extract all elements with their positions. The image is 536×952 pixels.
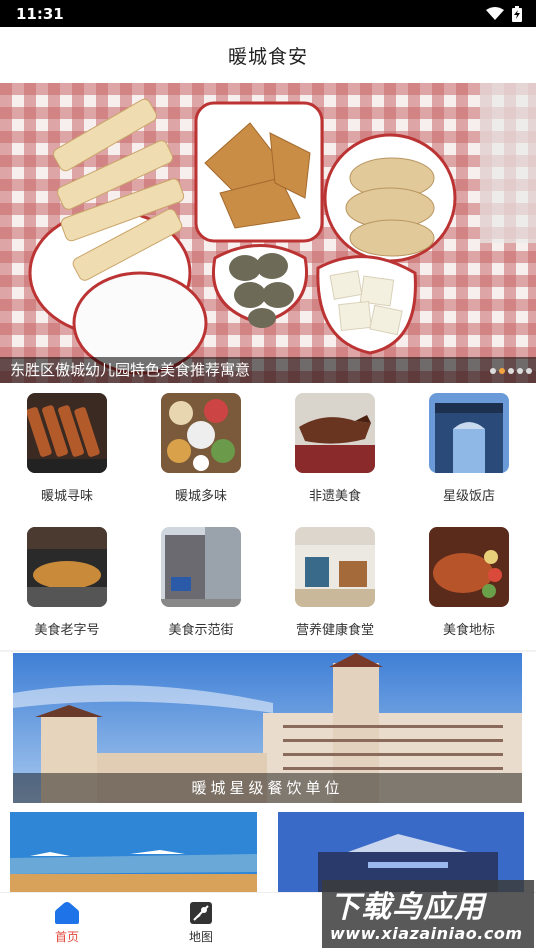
watermark-logo: 下载鸟应用 www.xiazainiao.com xyxy=(322,880,534,948)
category-item-nuancheng-duowei[interactable]: 暖城多味 xyxy=(134,383,268,517)
carousel-dot xyxy=(490,368,496,374)
watermark-url: www.xiazainiao.com xyxy=(330,924,523,943)
category-item-yingyang-shitang[interactable]: 营养健康食堂 xyxy=(268,517,402,649)
tab-label: 首页 xyxy=(54,930,79,944)
banner-carousel[interactable]: 东胜区傲城幼儿园特色美食推荐寓意 xyxy=(0,83,536,383)
status-time: 11:31 xyxy=(16,4,64,23)
category-item-xingji-fandian[interactable]: 星级饭店 xyxy=(402,383,536,517)
category-label: 美食示范街 xyxy=(168,623,234,638)
battery-charging-icon xyxy=(512,5,522,22)
category-item-feiyi-meishi[interactable]: 非遗美食 xyxy=(268,383,402,517)
card-image-beach[interactable] xyxy=(10,812,257,892)
status-icons xyxy=(486,5,522,22)
feature-banner[interactable]: 暖城星级餐饮单位 xyxy=(13,653,522,803)
carousel-dots xyxy=(490,368,532,374)
category-item-meishi-shifanjie[interactable]: 美食示范街 xyxy=(134,517,268,649)
category-label: 暖城多味 xyxy=(174,489,227,504)
category-thumb xyxy=(429,527,509,607)
category-label: 非遗美食 xyxy=(308,489,361,504)
category-item-meishi-laozihao[interactable]: 美食老字号 xyxy=(0,517,134,649)
map-icon xyxy=(190,902,212,924)
wifi-icon xyxy=(486,6,504,20)
tab-map[interactable]: 地图 xyxy=(171,901,231,945)
category-label: 星级饭店 xyxy=(442,489,495,504)
category-label: 营养健康食堂 xyxy=(295,623,374,638)
carousel-dot xyxy=(517,368,523,374)
category-thumb xyxy=(27,393,107,473)
category-thumb xyxy=(295,393,375,473)
category-label: 美食老字号 xyxy=(34,623,100,638)
category-thumb xyxy=(27,527,107,607)
category-thumb xyxy=(295,527,375,607)
category-item-meishi-dibiao[interactable]: 美食地标 xyxy=(402,517,536,649)
tab-home[interactable]: 首页 xyxy=(37,901,97,945)
banner-image xyxy=(0,83,536,383)
category-label: 美食地标 xyxy=(442,623,495,638)
status-bar: 11:31 xyxy=(0,0,536,27)
carousel-dot-active xyxy=(499,368,505,374)
category-grid: 暖城寻味 暖城多味 非遗美食 星级饭店 美食老字号 美食示范街 营养健康食堂 美… xyxy=(0,383,536,649)
app-header: 暖城食安 xyxy=(0,27,536,83)
category-thumb xyxy=(161,527,241,607)
page-title: 暖城食安 xyxy=(227,45,308,68)
category-thumb xyxy=(429,393,509,473)
tab-label: 地图 xyxy=(188,930,213,944)
category-thumb xyxy=(161,393,241,473)
category-label: 暖城寻味 xyxy=(40,489,93,504)
category-item-nuancheng-xunwei[interactable]: 暖城寻味 xyxy=(0,383,134,517)
feature-caption: 暖城星级餐饮单位 xyxy=(13,773,522,803)
carousel-dot xyxy=(526,368,532,374)
carousel-dot xyxy=(508,368,514,374)
section-divider xyxy=(0,650,536,652)
banner-caption: 东胜区傲城幼儿园特色美食推荐寓意 xyxy=(0,357,536,383)
watermark-title: 下载鸟应用 xyxy=(330,890,485,925)
home-icon xyxy=(55,902,79,924)
